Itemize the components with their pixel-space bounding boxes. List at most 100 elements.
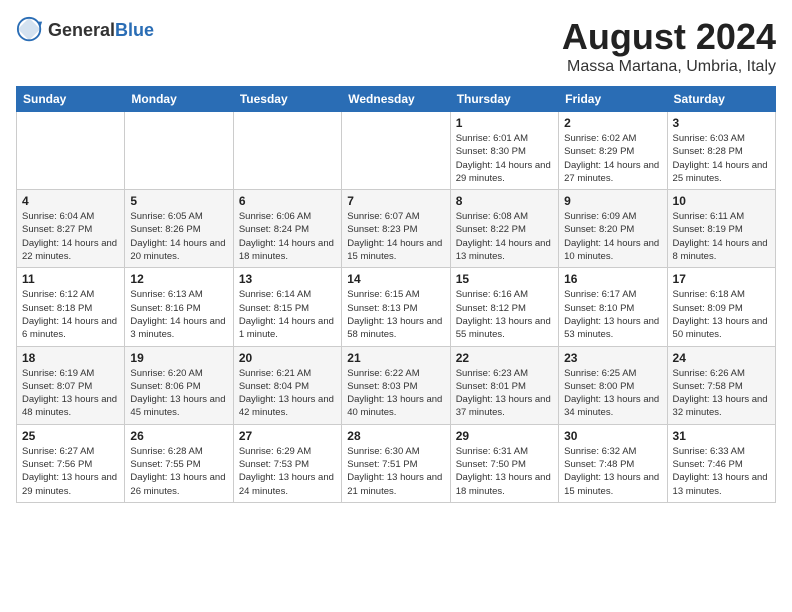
- day-detail: Sunrise: 6:22 AM Sunset: 8:03 PM Dayligh…: [347, 367, 444, 420]
- day-detail: Sunrise: 6:33 AM Sunset: 7:46 PM Dayligh…: [673, 445, 770, 498]
- day-detail: Sunrise: 6:30 AM Sunset: 7:51 PM Dayligh…: [347, 445, 444, 498]
- day-detail: Sunrise: 6:08 AM Sunset: 8:22 PM Dayligh…: [456, 210, 553, 263]
- cell-w4-d7: 24 Sunrise: 6:26 AM Sunset: 7:58 PM Dayli…: [667, 346, 775, 424]
- cell-w2-d1: 4 Sunrise: 6:04 AM Sunset: 8:27 PM Daylig…: [17, 190, 125, 268]
- day-detail: Sunrise: 6:05 AM Sunset: 8:26 PM Dayligh…: [130, 210, 227, 263]
- day-number: 3: [673, 116, 770, 130]
- day-detail: Sunrise: 6:20 AM Sunset: 8:06 PM Dayligh…: [130, 367, 227, 420]
- week-row-3: 11 Sunrise: 6:12 AM Sunset: 8:18 PM Dayli…: [17, 268, 776, 346]
- day-number: 24: [673, 351, 770, 365]
- cell-w1-d1: [17, 112, 125, 190]
- day-detail: Sunrise: 6:31 AM Sunset: 7:50 PM Dayligh…: [456, 445, 553, 498]
- calendar-body: 1Sunrise: 6:01 AM Sunset: 8:30 PM Daylig…: [17, 112, 776, 503]
- day-number: 19: [130, 351, 227, 365]
- cell-w3-d7: 17Sunrise: 6:18 AM Sunset: 8:09 PM Dayli…: [667, 268, 775, 346]
- cell-w3-d4: 14 Sunrise: 6:15 AM Sunset: 8:13 PM Dayli…: [342, 268, 450, 346]
- day-detail: Sunrise: 6:25 AM Sunset: 8:00 PM Dayligh…: [564, 367, 661, 420]
- day-detail: Sunrise: 6:21 AM Sunset: 8:04 PM Dayligh…: [239, 367, 336, 420]
- day-detail: Sunrise: 6:07 AM Sunset: 8:23 PM Dayligh…: [347, 210, 444, 263]
- cell-w4-d3: 20 Sunrise: 6:21 AM Sunset: 8:04 PM Dayli…: [233, 346, 341, 424]
- title-block: August 2024 Massa Martana, Umbria, Italy: [562, 16, 776, 76]
- day-number: 14: [347, 272, 444, 286]
- logo-blue: Blue: [115, 20, 154, 41]
- day-number: 15: [456, 272, 553, 286]
- day-number: 28: [347, 429, 444, 443]
- cell-w3-d6: 16Sunrise: 6:17 AM Sunset: 8:10 PM Dayli…: [559, 268, 667, 346]
- day-number: 9: [564, 194, 661, 208]
- day-number: 8: [456, 194, 553, 208]
- cell-w4-d1: 18 Sunrise: 6:19 AM Sunset: 8:07 PM Dayli…: [17, 346, 125, 424]
- day-number: 13: [239, 272, 336, 286]
- day-number: 2: [564, 116, 661, 130]
- col-friday: Friday: [559, 87, 667, 112]
- logo-text: General Blue: [48, 20, 154, 41]
- cell-w1-d4: [342, 112, 450, 190]
- cell-w5-d3: 27 Sunrise: 6:29 AM Sunset: 7:53 PM Dayli…: [233, 424, 341, 502]
- day-number: 21: [347, 351, 444, 365]
- cell-w2-d2: 5 Sunrise: 6:05 AM Sunset: 8:26 PM Daylig…: [125, 190, 233, 268]
- col-tuesday: Tuesday: [233, 87, 341, 112]
- cell-w5-d2: 26 Sunrise: 6:28 AM Sunset: 7:55 PM Dayli…: [125, 424, 233, 502]
- logo-general: General: [48, 20, 115, 41]
- week-row-5: 25 Sunrise: 6:27 AM Sunset: 7:56 PM Dayli…: [17, 424, 776, 502]
- page-header: General Blue August 2024 Massa Martana, …: [16, 16, 776, 76]
- cell-w1-d6: 2Sunrise: 6:02 AM Sunset: 8:29 PM Daylig…: [559, 112, 667, 190]
- day-number: 6: [239, 194, 336, 208]
- day-detail: Sunrise: 6:09 AM Sunset: 8:20 PM Dayligh…: [564, 210, 661, 263]
- cell-w5-d6: 30Sunrise: 6:32 AM Sunset: 7:48 PM Dayli…: [559, 424, 667, 502]
- day-number: 30: [564, 429, 661, 443]
- cell-w5-d5: 29 Sunrise: 6:31 AM Sunset: 7:50 PM Dayli…: [450, 424, 558, 502]
- col-saturday: Saturday: [667, 87, 775, 112]
- cell-w4-d4: 21 Sunrise: 6:22 AM Sunset: 8:03 PM Dayli…: [342, 346, 450, 424]
- day-detail: Sunrise: 6:16 AM Sunset: 8:12 PM Dayligh…: [456, 288, 553, 341]
- day-number: 17: [673, 272, 770, 286]
- day-number: 27: [239, 429, 336, 443]
- cell-w1-d7: 3 Sunrise: 6:03 AM Sunset: 8:28 PM Daylig…: [667, 112, 775, 190]
- col-thursday: Thursday: [450, 87, 558, 112]
- day-detail: Sunrise: 6:26 AM Sunset: 7:58 PM Dayligh…: [673, 367, 770, 420]
- day-number: 11: [22, 272, 119, 286]
- day-detail: Sunrise: 6:19 AM Sunset: 8:07 PM Dayligh…: [22, 367, 119, 420]
- day-number: 4: [22, 194, 119, 208]
- cell-w2-d5: 8 Sunrise: 6:08 AM Sunset: 8:22 PM Daylig…: [450, 190, 558, 268]
- cell-w3-d1: 11 Sunrise: 6:12 AM Sunset: 8:18 PM Dayli…: [17, 268, 125, 346]
- logo-icon: [16, 16, 44, 44]
- cell-w2-d3: 6 Sunrise: 6:06 AM Sunset: 8:24 PM Daylig…: [233, 190, 341, 268]
- day-detail: Sunrise: 6:23 AM Sunset: 8:01 PM Dayligh…: [456, 367, 553, 420]
- cell-w5-d1: 25 Sunrise: 6:27 AM Sunset: 7:56 PM Dayli…: [17, 424, 125, 502]
- day-number: 22: [456, 351, 553, 365]
- day-detail: Sunrise: 6:01 AM Sunset: 8:30 PM Dayligh…: [456, 132, 553, 185]
- day-number: 23: [564, 351, 661, 365]
- day-number: 7: [347, 194, 444, 208]
- main-title: August 2024: [562, 16, 776, 58]
- logo: General Blue: [16, 16, 154, 44]
- day-detail: Sunrise: 6:06 AM Sunset: 8:24 PM Dayligh…: [239, 210, 336, 263]
- calendar-header: Sunday Monday Tuesday Wednesday Thursday…: [17, 87, 776, 112]
- day-number: 25: [22, 429, 119, 443]
- day-number: 20: [239, 351, 336, 365]
- day-number: 26: [130, 429, 227, 443]
- day-number: 10: [673, 194, 770, 208]
- cell-w4-d6: 23 Sunrise: 6:25 AM Sunset: 8:00 PM Dayli…: [559, 346, 667, 424]
- day-detail: Sunrise: 6:13 AM Sunset: 8:16 PM Dayligh…: [130, 288, 227, 341]
- cell-w5-d4: 28 Sunrise: 6:30 AM Sunset: 7:51 PM Dayli…: [342, 424, 450, 502]
- day-number: 31: [673, 429, 770, 443]
- day-detail: Sunrise: 6:12 AM Sunset: 8:18 PM Dayligh…: [22, 288, 119, 341]
- subtitle: Massa Martana, Umbria, Italy: [562, 58, 776, 76]
- cell-w3-d2: 12 Sunrise: 6:13 AM Sunset: 8:16 PM Dayli…: [125, 268, 233, 346]
- day-detail: Sunrise: 6:11 AM Sunset: 8:19 PM Dayligh…: [673, 210, 770, 263]
- cell-w4-d2: 19 Sunrise: 6:20 AM Sunset: 8:06 PM Dayli…: [125, 346, 233, 424]
- day-detail: Sunrise: 6:04 AM Sunset: 8:27 PM Dayligh…: [22, 210, 119, 263]
- day-detail: Sunrise: 6:29 AM Sunset: 7:53 PM Dayligh…: [239, 445, 336, 498]
- day-detail: Sunrise: 6:27 AM Sunset: 7:56 PM Dayligh…: [22, 445, 119, 498]
- day-detail: Sunrise: 6:03 AM Sunset: 8:28 PM Dayligh…: [673, 132, 770, 185]
- day-detail: Sunrise: 6:15 AM Sunset: 8:13 PM Dayligh…: [347, 288, 444, 341]
- day-detail: Sunrise: 6:28 AM Sunset: 7:55 PM Dayligh…: [130, 445, 227, 498]
- col-wednesday: Wednesday: [342, 87, 450, 112]
- col-monday: Monday: [125, 87, 233, 112]
- day-number: 12: [130, 272, 227, 286]
- day-number: 29: [456, 429, 553, 443]
- day-number: 18: [22, 351, 119, 365]
- day-number: 16: [564, 272, 661, 286]
- day-number: 5: [130, 194, 227, 208]
